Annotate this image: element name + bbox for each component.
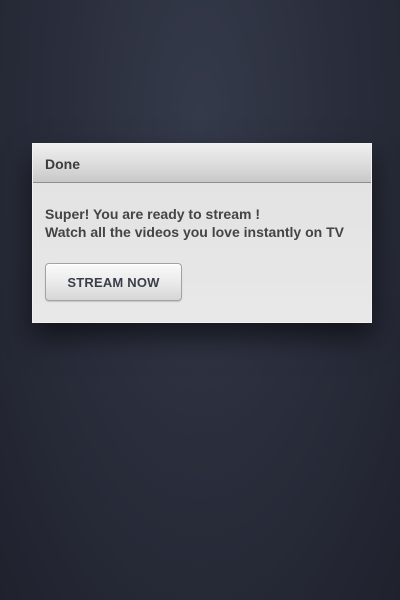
stream-ready-dialog: Done Super! You are ready to stream ! Wa…: [32, 143, 372, 323]
screen-background: Done Super! You are ready to stream ! Wa…: [0, 0, 400, 600]
stream-now-button[interactable]: STREAM NOW: [45, 263, 182, 301]
dialog-message-line-1: Super! You are ready to stream !: [45, 206, 260, 222]
dialog-body: Super! You are ready to stream ! Watch a…: [33, 183, 371, 322]
dialog-title: Done: [45, 156, 80, 172]
stream-now-button-label: STREAM NOW: [67, 274, 160, 290]
dialog-header: Done: [33, 144, 371, 183]
dialog-message-line-2: Watch all the videos you love instantly …: [45, 224, 344, 240]
